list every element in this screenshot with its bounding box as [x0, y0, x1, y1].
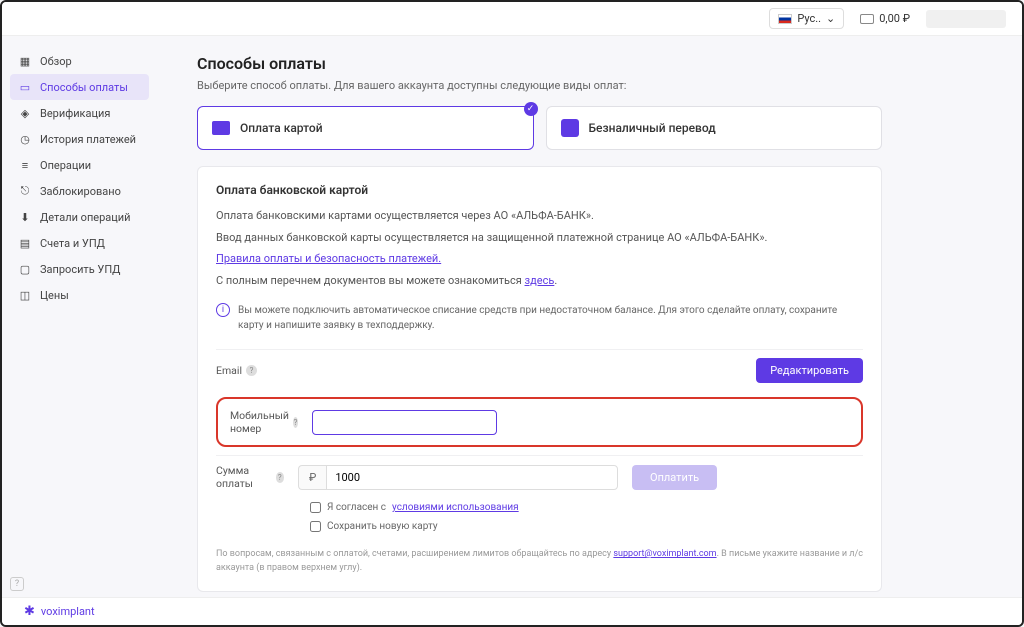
help-icon[interactable]: ?	[276, 472, 284, 483]
sidebar-item-invoices[interactable]: ▤Счета и УПД	[10, 230, 149, 256]
card-payment-panel: Оплата банковской картой Оплата банковск…	[197, 166, 882, 592]
check-icon: ✓	[524, 102, 538, 116]
help-icon[interactable]: ?	[293, 417, 298, 428]
tag-icon: ◫	[18, 288, 32, 302]
transfer-icon	[561, 119, 579, 137]
page-title: Способы оплаты	[197, 54, 882, 73]
sidebar-item-operation-details[interactable]: ⬇Детали операций	[10, 204, 149, 230]
payment-option-card[interactable]: ✓ Оплата картой	[197, 106, 534, 150]
page-subtitle: Выберите способ оплаты. Для вашего аккау…	[197, 79, 882, 92]
sidebar: ▦Обзор ▭Способы оплаты ◈Верификация ◷Ист…	[2, 36, 157, 595]
amount-row: Сумма оплаты ? ₽ Оплатить	[216, 455, 863, 498]
terms-link[interactable]: условиями использования	[392, 502, 519, 513]
panel-text-2: Ввод данных банковской карты осуществляе…	[216, 229, 863, 247]
pay-button[interactable]: Оплатить	[632, 465, 717, 490]
panel-text-1: Оплата банковскими картами осуществляетс…	[216, 207, 863, 225]
docs-link[interactable]: здесь	[525, 274, 555, 287]
shield-icon: ◈	[18, 106, 32, 120]
card-icon: ▭	[18, 80, 32, 94]
brand-name: voximplant	[41, 605, 95, 618]
info-notice: i Вы можете подключить автоматическое сп…	[216, 295, 863, 341]
main-content: Способы оплаты Выберите способ оплаты. Д…	[157, 36, 1022, 595]
edit-email-button[interactable]: Редактировать	[756, 358, 863, 383]
language-label: Рус..	[797, 12, 821, 25]
download-icon: ⬇	[18, 210, 32, 224]
footer: ✱ voximplant	[2, 597, 1022, 625]
rules-link[interactable]: Правила оплаты и безопасность платежей.	[216, 252, 441, 265]
panel-title: Оплата банковской картой	[216, 183, 863, 197]
sidebar-item-verification[interactable]: ◈Верификация	[10, 100, 149, 126]
email-row: Email ? Редактировать	[216, 349, 863, 391]
save-card-checkbox[interactable]	[310, 521, 321, 532]
phone-row-highlight: Мобильный номер ?	[216, 397, 863, 447]
grid-icon: ▦	[18, 54, 32, 68]
lock-icon: ⎋	[18, 184, 32, 198]
flag-ru-icon	[778, 14, 792, 24]
sidebar-item-overview[interactable]: ▦Обзор	[10, 48, 149, 74]
wallet-icon	[860, 14, 874, 24]
sidebar-item-request-upd[interactable]: ▢Запросить УПД	[10, 256, 149, 282]
save-card-row: Сохранить новую карту	[216, 517, 863, 536]
wallet-balance[interactable]: 0,00 ₽	[860, 12, 910, 25]
currency-label: ₽	[298, 465, 326, 490]
support-footnote: По вопросам, связанным с оплатой, счетам…	[216, 548, 863, 575]
agree-checkbox[interactable]	[310, 502, 321, 513]
help-icon[interactable]: ?	[246, 365, 257, 376]
file-icon: ▢	[18, 262, 32, 276]
info-icon: i	[216, 303, 230, 317]
sidebar-item-payment-methods[interactable]: ▭Способы оплаты	[10, 74, 149, 100]
sidebar-item-prices[interactable]: ◫Цены	[10, 282, 149, 308]
balance-value: 0,00 ₽	[879, 12, 910, 25]
support-email-link[interactable]: support@voximplant.com	[613, 549, 716, 559]
logo-icon: ✱	[24, 604, 35, 619]
sidebar-item-payment-history[interactable]: ◷История платежей	[10, 126, 149, 152]
agree-row: Я согласен с условиями использования	[216, 498, 863, 517]
clock-icon: ◷	[18, 132, 32, 146]
amount-input[interactable]	[326, 465, 618, 490]
chevron-down-icon: ⌄	[826, 12, 835, 25]
payment-option-transfer[interactable]: Безналичный перевод	[546, 106, 883, 150]
hint-toggle[interactable]: ?	[10, 577, 24, 591]
language-selector[interactable]: Рус.. ⌄	[769, 8, 844, 29]
sidebar-item-operations[interactable]: ≡Операции	[10, 152, 149, 178]
user-menu[interactable]	[926, 10, 1006, 28]
sidebar-item-blocked[interactable]: ⎋Заблокировано	[10, 178, 149, 204]
sliders-icon: ≡	[18, 158, 32, 172]
credit-card-icon	[212, 121, 230, 135]
topbar: Рус.. ⌄ 0,00 ₽	[2, 2, 1022, 36]
document-icon: ▤	[18, 236, 32, 250]
phone-input[interactable]	[312, 410, 497, 435]
